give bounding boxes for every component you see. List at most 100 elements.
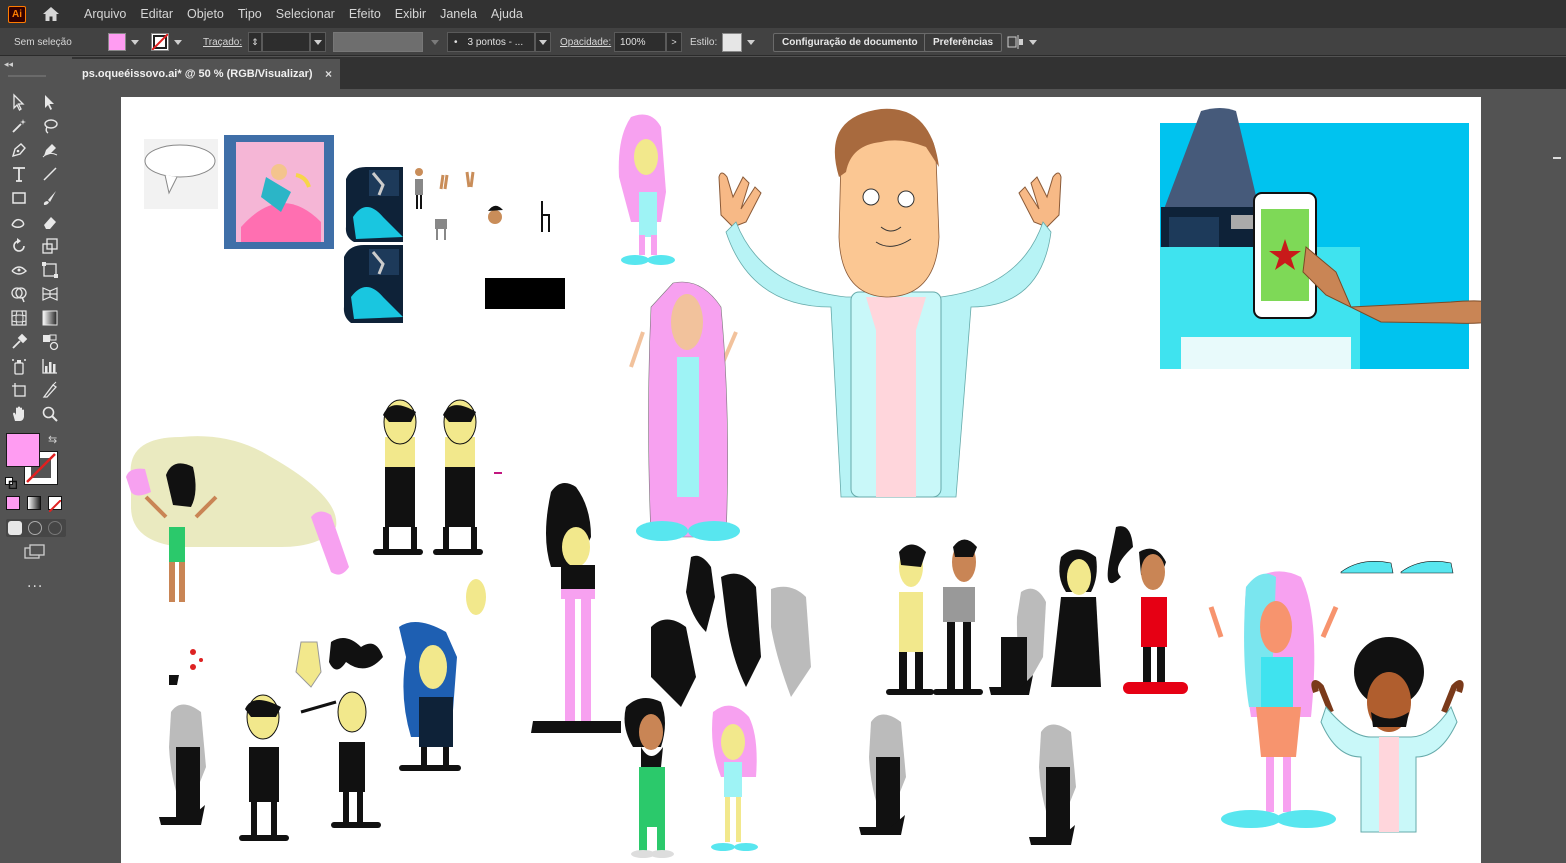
lasso-tool-icon[interactable] bbox=[38, 115, 62, 137]
stroke-weight-dropdown[interactable] bbox=[310, 32, 326, 52]
chevron-down-icon[interactable] bbox=[1029, 39, 1037, 45]
bed-scene-1[interactable] bbox=[345, 167, 403, 242]
bed-scene-2[interactable] bbox=[343, 245, 403, 323]
variable-width-profile[interactable] bbox=[333, 28, 439, 56]
stroke-weight-control[interactable]: ⇕ bbox=[248, 28, 326, 56]
curvature-tool-icon[interactable] bbox=[38, 139, 62, 161]
paintbrush-tool-icon[interactable] bbox=[38, 187, 62, 209]
dreadlocks-man-character[interactable] bbox=[624, 698, 674, 858]
magic-wand-tool-icon[interactable] bbox=[7, 115, 31, 137]
pink-hair-girl-character[interactable] bbox=[618, 114, 675, 265]
width-tool-icon[interactable] bbox=[7, 259, 31, 281]
stroke-control[interactable] bbox=[151, 28, 182, 56]
default-colors-icon[interactable] bbox=[5, 474, 18, 490]
doc-setup[interactable]: Configuração de documento bbox=[773, 28, 927, 56]
big-man-labcoat-character[interactable] bbox=[718, 108, 1062, 498]
long-pink-hair-woman-character[interactable] bbox=[629, 281, 740, 541]
opacity-input[interactable]: 100% bbox=[614, 32, 666, 52]
document-setup-button[interactable]: Configuração de documento bbox=[773, 32, 927, 52]
menu-item-arquivo[interactable]: Arquivo bbox=[84, 7, 126, 21]
cyan-shoes-sprites[interactable] bbox=[1340, 561, 1454, 574]
column-graph-tool-icon[interactable] bbox=[38, 355, 62, 377]
close-icon[interactable]: × bbox=[325, 67, 332, 81]
eraser-tool-icon[interactable] bbox=[38, 211, 62, 233]
speech-bubble-image[interactable] bbox=[144, 139, 218, 209]
rectangle-tool-icon[interactable] bbox=[7, 187, 31, 209]
zoom-tool-icon[interactable] bbox=[38, 403, 62, 425]
home-icon[interactable] bbox=[40, 5, 62, 23]
menu-item-exibir[interactable]: Exibir bbox=[395, 7, 426, 21]
screen-mode-icon[interactable] bbox=[24, 544, 46, 564]
preferences-button[interactable]: Preferências bbox=[924, 32, 1003, 52]
mesh-tool-icon[interactable] bbox=[7, 307, 31, 329]
draw-behind-icon[interactable] bbox=[28, 521, 42, 535]
brush-dropdown[interactable] bbox=[535, 32, 551, 52]
opacity-label[interactable]: Opacidade: bbox=[560, 28, 611, 56]
fill-control[interactable] bbox=[108, 28, 139, 56]
black-suit-small-characters[interactable] bbox=[239, 691, 381, 841]
character-lineup[interactable] bbox=[886, 526, 1188, 695]
yellow-head-sprite[interactable] bbox=[466, 579, 486, 615]
preferences[interactable]: Preferências bbox=[924, 28, 1003, 56]
fill-swatch[interactable] bbox=[108, 33, 126, 51]
chevron-down-icon[interactable] bbox=[747, 39, 755, 45]
artwork[interactable] bbox=[121, 97, 1481, 863]
chevron-down-icon[interactable] bbox=[174, 39, 182, 45]
symbol-sprayer-tool-icon[interactable] bbox=[7, 355, 31, 377]
menu-item-janela[interactable]: Janela bbox=[440, 7, 477, 21]
blend-tool-icon[interactable] bbox=[38, 331, 62, 353]
stroke-swatch-none[interactable] bbox=[151, 33, 169, 51]
none-mode-button[interactable] bbox=[48, 496, 62, 513]
menu-item-ajuda[interactable]: Ajuda bbox=[491, 7, 523, 21]
profile-preview[interactable] bbox=[333, 32, 423, 52]
pen-tool-icon[interactable] bbox=[7, 139, 31, 161]
black-rectangle[interactable] bbox=[485, 278, 565, 309]
scale-tool-icon[interactable] bbox=[38, 235, 62, 257]
panel-collapsed-marker[interactable] bbox=[1553, 157, 1561, 159]
free-transform-tool-icon[interactable] bbox=[38, 259, 62, 281]
toolbar-grip[interactable] bbox=[8, 75, 46, 77]
poster-image[interactable] bbox=[224, 135, 334, 249]
style-control[interactable] bbox=[722, 28, 755, 56]
selection-tool-icon[interactable] bbox=[7, 91, 31, 113]
chevron-down-icon[interactable] bbox=[431, 39, 439, 45]
style-swatch[interactable] bbox=[722, 32, 742, 52]
fill-color-front[interactable] bbox=[6, 433, 40, 467]
gradient-mode-button[interactable] bbox=[27, 496, 41, 510]
line-tool-icon[interactable] bbox=[38, 163, 62, 185]
small-figure-sprites[interactable] bbox=[415, 168, 550, 240]
chevron-down-icon[interactable] bbox=[131, 39, 139, 45]
type-tool-icon[interactable] bbox=[7, 163, 31, 185]
menu-item-tipo[interactable]: Tipo bbox=[238, 7, 262, 21]
align-icon[interactable] bbox=[1006, 34, 1024, 50]
draw-normal-icon[interactable] bbox=[8, 521, 22, 535]
menu-item-efeito[interactable]: Efeito bbox=[349, 7, 381, 21]
slice-tool-icon[interactable] bbox=[38, 379, 62, 401]
artboard-tool-icon[interactable] bbox=[7, 379, 31, 401]
align-options[interactable] bbox=[1006, 28, 1037, 56]
menu-item-editar[interactable]: Editar bbox=[140, 7, 173, 21]
draw-inside-icon[interactable] bbox=[48, 521, 62, 535]
tall-black-hair-character[interactable] bbox=[531, 483, 621, 733]
hand-tool-icon[interactable] bbox=[7, 403, 31, 425]
opacity-expand[interactable]: > bbox=[666, 32, 682, 52]
perspective-grid-tool-icon[interactable] bbox=[38, 283, 62, 305]
rotate-tool-icon[interactable] bbox=[7, 235, 31, 257]
pink-hair-girl-small-character[interactable] bbox=[711, 705, 758, 851]
stroke-weight-stepper[interactable]: ⇕ bbox=[248, 32, 262, 52]
collapse-panel-icon[interactable]: ◂◂ bbox=[4, 60, 13, 70]
direct-selection-tool-icon[interactable] bbox=[38, 91, 62, 113]
smoke-cloud-character[interactable] bbox=[126, 436, 349, 602]
brush-field[interactable]: • 3 pontos - ... bbox=[447, 32, 535, 52]
beer-house-scene[interactable] bbox=[1160, 108, 1481, 369]
artboard[interactable] bbox=[121, 97, 1481, 863]
menu-item-selecionar[interactable]: Selecionar bbox=[276, 7, 335, 21]
shaper-tool-icon[interactable] bbox=[7, 211, 31, 233]
shape-builder-tool-icon[interactable] bbox=[7, 283, 31, 305]
menu-item-objeto[interactable]: Objeto bbox=[187, 7, 224, 21]
brush-definition[interactable]: • 3 pontos - ... bbox=[447, 28, 551, 56]
gradient-tool-icon[interactable] bbox=[38, 307, 62, 329]
eyedropper-tool-icon[interactable] bbox=[7, 331, 31, 353]
more-tools-icon[interactable]: ... bbox=[27, 575, 43, 591]
document-tab[interactable]: ps.oqueéissovo.ai* @ 50 % (RGB/Visualiza… bbox=[72, 59, 340, 89]
